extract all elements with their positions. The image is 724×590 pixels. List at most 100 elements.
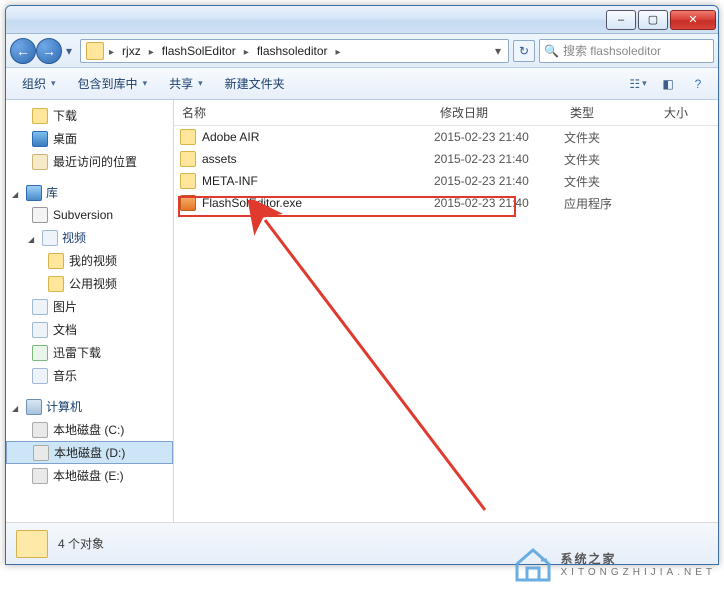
watermark-subtext: XITONGZHIJIA.NET <box>561 567 717 578</box>
refresh-button[interactable]: ↻ <box>513 40 535 62</box>
address-dropdown[interactable]: ▾ <box>490 44 506 58</box>
recent-icon <box>32 154 48 170</box>
nav-xunlei[interactable]: 迅雷下载 <box>6 341 173 364</box>
folder-icon <box>48 276 64 292</box>
organize-menu[interactable]: 组织 <box>14 71 64 96</box>
nav-arrows: ← → ▾ <box>10 38 76 64</box>
column-date[interactable]: 修改日期 <box>432 100 562 125</box>
status-count: 4 个对象 <box>58 535 104 552</box>
nav-history-dropdown[interactable]: ▾ <box>62 38 76 64</box>
close-button[interactable]: ✕ <box>670 10 716 30</box>
column-name[interactable]: 名称 <box>174 100 432 125</box>
nav-drive-d[interactable]: 本地磁盘 (D:) <box>6 441 173 464</box>
column-size[interactable]: 大小 <box>656 100 716 125</box>
file-name: META-INF <box>202 174 434 188</box>
titlebar[interactable]: – ▢ ✕ <box>6 6 718 34</box>
file-name: FlashSolEditor.exe <box>202 196 434 210</box>
drive-icon <box>33 445 49 461</box>
nav-drive-c[interactable]: 本地磁盘 (C:) <box>6 418 173 441</box>
file-row[interactable]: FlashSolEditor.exe2015-02-23 21:40应用程序 <box>174 192 718 214</box>
toolbar: 组织 包含到库中 共享 新建文件夹 ☷ ◧ ? <box>6 68 718 100</box>
nav-my-videos[interactable]: 我的视频 <box>6 249 173 272</box>
drive-icon <box>32 468 48 484</box>
explorer-window: – ▢ ✕ ← → ▾ rjxz flashSolEditor flashsol… <box>5 5 719 565</box>
nav-documents[interactable]: 文档 <box>6 318 173 341</box>
crumb-flashsoleditor1[interactable]: flashSolEditor <box>156 40 242 62</box>
minimize-button[interactable]: – <box>606 10 636 30</box>
file-name: assets <box>202 152 434 166</box>
folder-icon <box>86 42 104 60</box>
file-row[interactable]: META-INF2015-02-23 21:40文件夹 <box>174 170 718 192</box>
back-button[interactable]: ← <box>10 38 36 64</box>
nav-recent[interactable]: 最近访问的位置 <box>6 150 173 173</box>
file-list-area: 名称 修改日期 类型 大小 Adobe AIR2015-02-23 21:40文… <box>174 100 718 522</box>
file-row[interactable]: Adobe AIR2015-02-23 21:40文件夹 <box>174 126 718 148</box>
watermark-text: 系统之家 <box>561 552 617 566</box>
file-name: Adobe AIR <box>202 130 434 144</box>
crumb-rjxz[interactable]: rjxz <box>116 40 147 62</box>
folder-icon <box>16 530 48 558</box>
file-type: 文件夹 <box>564 129 658 146</box>
watermark: 系统之家 XITONGZHIJIA.NET <box>513 546 717 582</box>
crumb-flashsoleditor2[interactable]: flashsoleditor <box>251 40 334 62</box>
preview-pane-button[interactable]: ◧ <box>656 72 680 96</box>
file-row[interactable]: assets2015-02-23 21:40文件夹 <box>174 148 718 170</box>
folder-icon <box>32 108 48 124</box>
share-menu[interactable]: 共享 <box>161 71 211 96</box>
view-options-button[interactable]: ☷ <box>626 72 650 96</box>
desktop-icon <box>32 131 48 147</box>
nav-drive-e[interactable]: 本地磁盘 (E:) <box>6 464 173 487</box>
explorer-body: 下载 桌面 最近访问的位置 库 Subversion 视频 我的视频 公用视频 … <box>6 100 718 522</box>
column-type[interactable]: 类型 <box>562 100 656 125</box>
nav-music[interactable]: 音乐 <box>6 364 173 387</box>
file-date: 2015-02-23 21:40 <box>434 130 564 144</box>
file-type: 文件夹 <box>564 151 658 168</box>
window-controls: – ▢ ✕ <box>604 10 716 30</box>
watermark-logo-icon <box>513 546 553 582</box>
nav-libraries[interactable]: 库 <box>6 181 173 204</box>
picture-icon <box>32 299 48 315</box>
search-placeholder: 搜索 flashsoleditor <box>563 42 661 59</box>
file-date: 2015-02-23 21:40 <box>434 174 564 188</box>
search-icon: 🔍 <box>544 44 559 58</box>
file-rows[interactable]: Adobe AIR2015-02-23 21:40文件夹assets2015-0… <box>174 126 718 522</box>
computer-icon <box>26 399 42 415</box>
nav-computer[interactable]: 计算机 <box>6 395 173 418</box>
column-header-row: 名称 修改日期 类型 大小 <box>174 100 718 126</box>
exe-icon <box>180 195 196 211</box>
chevron-right-icon[interactable] <box>242 44 251 58</box>
file-type: 应用程序 <box>564 195 658 212</box>
include-in-library-menu[interactable]: 包含到库中 <box>70 71 156 96</box>
folder-icon <box>48 253 64 269</box>
folder-icon <box>180 151 196 167</box>
file-type: 文件夹 <box>564 173 658 190</box>
nav-desktop[interactable]: 桌面 <box>6 127 173 150</box>
subversion-icon <box>32 207 48 223</box>
folder-icon <box>180 129 196 145</box>
document-icon <box>32 322 48 338</box>
file-date: 2015-02-23 21:40 <box>434 196 564 210</box>
chevron-right-icon[interactable] <box>147 44 156 58</box>
new-folder-button[interactable]: 新建文件夹 <box>217 71 293 96</box>
search-input[interactable]: 🔍 搜索 flashsoleditor <box>539 39 714 63</box>
help-button[interactable]: ? <box>686 72 710 96</box>
navigation-pane[interactable]: 下载 桌面 最近访问的位置 库 Subversion 视频 我的视频 公用视频 … <box>6 100 174 522</box>
chevron-right-icon[interactable] <box>334 44 343 58</box>
nav-public-videos[interactable]: 公用视频 <box>6 272 173 295</box>
breadcrumb[interactable]: rjxz flashSolEditor flashsoleditor ▾ <box>80 39 509 63</box>
chevron-right-icon[interactable] <box>107 44 116 58</box>
nav-downloads[interactable]: 下载 <box>6 104 173 127</box>
nav-pictures[interactable]: 图片 <box>6 295 173 318</box>
forward-button[interactable]: → <box>36 38 62 64</box>
download-icon <box>32 345 48 361</box>
library-icon <box>26 185 42 201</box>
nav-videos[interactable]: 视频 <box>6 226 173 249</box>
music-icon <box>32 368 48 384</box>
video-icon <box>42 230 58 246</box>
nav-subversion[interactable]: Subversion <box>6 204 173 226</box>
drive-icon <box>32 422 48 438</box>
file-date: 2015-02-23 21:40 <box>434 152 564 166</box>
folder-icon <box>180 173 196 189</box>
maximize-button[interactable]: ▢ <box>638 10 668 30</box>
address-bar-row: ← → ▾ rjxz flashSolEditor flashsoleditor… <box>6 34 718 68</box>
